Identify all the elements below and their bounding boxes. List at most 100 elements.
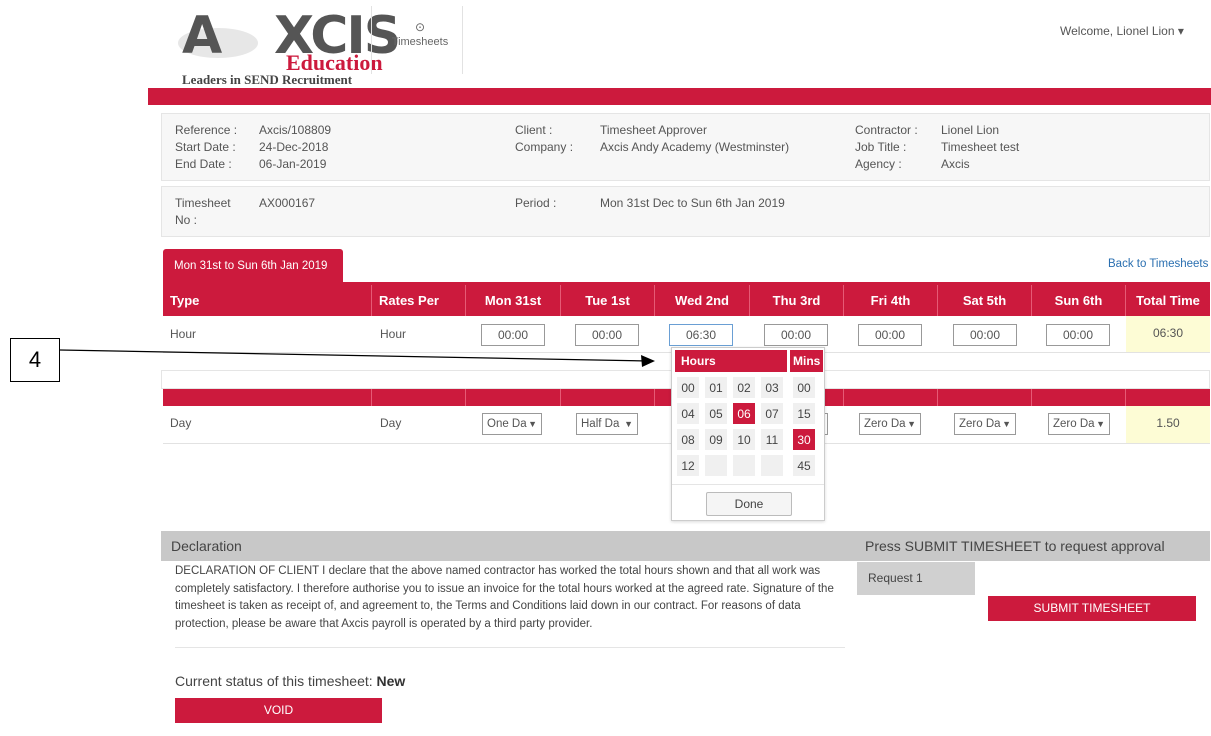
declaration-title: Declaration: [171, 538, 242, 554]
clock-icon: ⊙: [414, 20, 426, 34]
logo-letter-a: A: [182, 6, 222, 66]
day-select-mon-value: One Da: [487, 418, 527, 430]
back-to-timesheets-link[interactable]: Back to Timesheets: [1108, 258, 1208, 270]
hour-cell[interactable]: 09: [704, 428, 728, 451]
col-header-wed: Wed 2nd: [655, 285, 750, 316]
hour-cell[interactable]: 05: [704, 402, 728, 425]
hour-cell[interactable]: 11: [760, 428, 784, 451]
day-select-fri-value: Zero Da: [864, 418, 906, 430]
hour-cell[interactable]: 08: [676, 428, 700, 451]
declaration-text: DECLARATION OF CLIENT I declare that the…: [175, 565, 834, 630]
annotation-number-box: 4: [10, 338, 60, 382]
request-field[interactable]: [975, 562, 1210, 595]
logo-tagline: Leaders in SEND Recruitment: [182, 72, 353, 87]
day-select-sun[interactable]: Zero Da ▼: [1048, 413, 1110, 435]
user-menu[interactable]: Welcome, Lionel Lion ▾: [1060, 24, 1184, 38]
dropdown-arrow-icon: ▼: [528, 419, 537, 429]
minute-cell-selected[interactable]: 30: [792, 428, 816, 451]
col-header-fri: Fri 4th: [844, 285, 938, 316]
nav-divider: [462, 6, 463, 74]
col-header-tue: Tue 1st: [561, 285, 655, 316]
job-title-value: Timesheet test: [941, 140, 1020, 154]
day-select-sun-value: Zero Da: [1053, 418, 1095, 430]
hour-cell[interactable]: 04: [676, 402, 700, 425]
agency-label: Agency :: [855, 157, 902, 171]
tab-period[interactable]: Mon 31st to Sun 6th Jan 2019: [163, 249, 343, 283]
timesheet-no-label-2: No :: [175, 213, 198, 227]
col-header-thu: Thu 3rd: [750, 285, 844, 316]
hour-cell[interactable]: 12: [676, 454, 700, 477]
time-input-fri[interactable]: 00:00: [858, 324, 922, 346]
status-value: New: [376, 673, 406, 689]
void-button[interactable]: VOID: [175, 698, 382, 723]
day-select-sat[interactable]: Zero Da ▼: [954, 413, 1016, 435]
day-select-mon[interactable]: One Da ▼: [482, 413, 542, 435]
day-select-tue[interactable]: Half Da ▼: [576, 413, 638, 435]
axcis-logo: A XCIS Education Leaders in SEND Recruit…: [178, 6, 401, 88]
minute-cell[interactable]: 00: [792, 376, 816, 399]
reference-value: Axcis/108809: [259, 123, 332, 137]
day-header-cell: [1032, 389, 1126, 406]
hour-cell[interactable]: 07: [760, 402, 784, 425]
divider: [175, 647, 845, 648]
hour-cell[interactable]: 00: [676, 376, 700, 399]
hour-row-rate: Hour: [380, 327, 407, 341]
annotation-arrow: [60, 349, 655, 367]
day-header-cell: [938, 389, 1032, 406]
picker-divider: [672, 484, 824, 485]
col-header-sat: Sat 5th: [938, 285, 1032, 316]
start-date-label: Start Date :: [175, 140, 236, 154]
dropdown-arrow-icon: ▼: [1002, 419, 1011, 429]
nav-divider: [371, 6, 372, 74]
dropdown-arrow-icon: ▼: [907, 419, 916, 429]
reference-label: Reference :: [175, 123, 238, 137]
time-input-sat[interactable]: 00:00: [953, 324, 1017, 346]
time-input-sun[interactable]: 00:00: [1046, 324, 1110, 346]
mins-header: Mins: [790, 350, 823, 372]
header-bar: [148, 88, 1211, 105]
col-header-sun: Sun 6th: [1032, 285, 1126, 316]
col-header-total: Total Time: [1126, 285, 1210, 316]
company-value: Axcis Andy Academy (Westminster): [600, 140, 790, 154]
request-label: Request 1: [857, 562, 975, 595]
empty-cell: [732, 454, 756, 477]
hour-cell[interactable]: 10: [732, 428, 756, 451]
minute-cell[interactable]: 45: [792, 454, 816, 477]
hours-header: Hours: [675, 350, 787, 372]
hour-cell[interactable]: 01: [704, 376, 728, 399]
time-input-wed[interactable]: 06:30: [669, 324, 733, 346]
dropdown-arrow-icon: ▼: [624, 419, 633, 429]
job-title-label: Job Title :: [855, 140, 907, 154]
client-value: Timesheet Approver: [600, 123, 707, 137]
submit-timesheet-button[interactable]: SUBMIT TIMESHEET: [988, 596, 1196, 621]
hour-cell[interactable]: 02: [732, 376, 756, 399]
col-header-rates: Rates Per: [372, 285, 466, 316]
period-value: Mon 31st Dec to Sun 6th Jan 2019: [600, 196, 785, 210]
time-input-thu[interactable]: 00:00: [764, 324, 828, 346]
day-row-total: 1.50: [1126, 406, 1210, 443]
period-label: Period :: [515, 196, 557, 210]
timesheet-info-panel: Reference : Axcis/108809 Start Date : 24…: [161, 113, 1210, 181]
nav-timesheets-link[interactable]: ⊙ Timesheets: [385, 20, 455, 48]
contractor-value: Lionel Lion: [941, 123, 1000, 137]
nav-timesheets-label: Timesheets: [391, 36, 449, 48]
company-label: Company :: [515, 140, 574, 154]
timesheet-status: Current status of this timesheet: New: [175, 673, 405, 689]
time-picker-popup: Hours Mins 00 01 02 03 04 05 06 07 08 09…: [671, 347, 825, 521]
timesheet-no-label: Timesheet: [175, 196, 231, 210]
submit-instruction: Press SUBMIT TIMESHEET to request approv…: [865, 538, 1165, 554]
hour-cell[interactable]: 03: [760, 376, 784, 399]
day-select-fri[interactable]: Zero Da ▼: [859, 413, 921, 435]
day-header-cell: [372, 389, 466, 406]
minute-cell[interactable]: 15: [792, 402, 816, 425]
empty-cell: [704, 454, 728, 477]
day-header-cell: [466, 389, 561, 406]
client-label: Client :: [515, 123, 553, 137]
hour-cell-selected[interactable]: 06: [732, 402, 756, 425]
contractor-label: Contractor :: [855, 123, 918, 137]
timesheet-number-panel: Timesheet No : AX000167 Period : Mon 31s…: [161, 186, 1210, 237]
empty-cell: [760, 454, 784, 477]
done-button[interactable]: Done: [706, 492, 792, 516]
day-select-tue-value: Half Da: [581, 418, 620, 430]
status-label: Current status of this timesheet:: [175, 673, 373, 689]
